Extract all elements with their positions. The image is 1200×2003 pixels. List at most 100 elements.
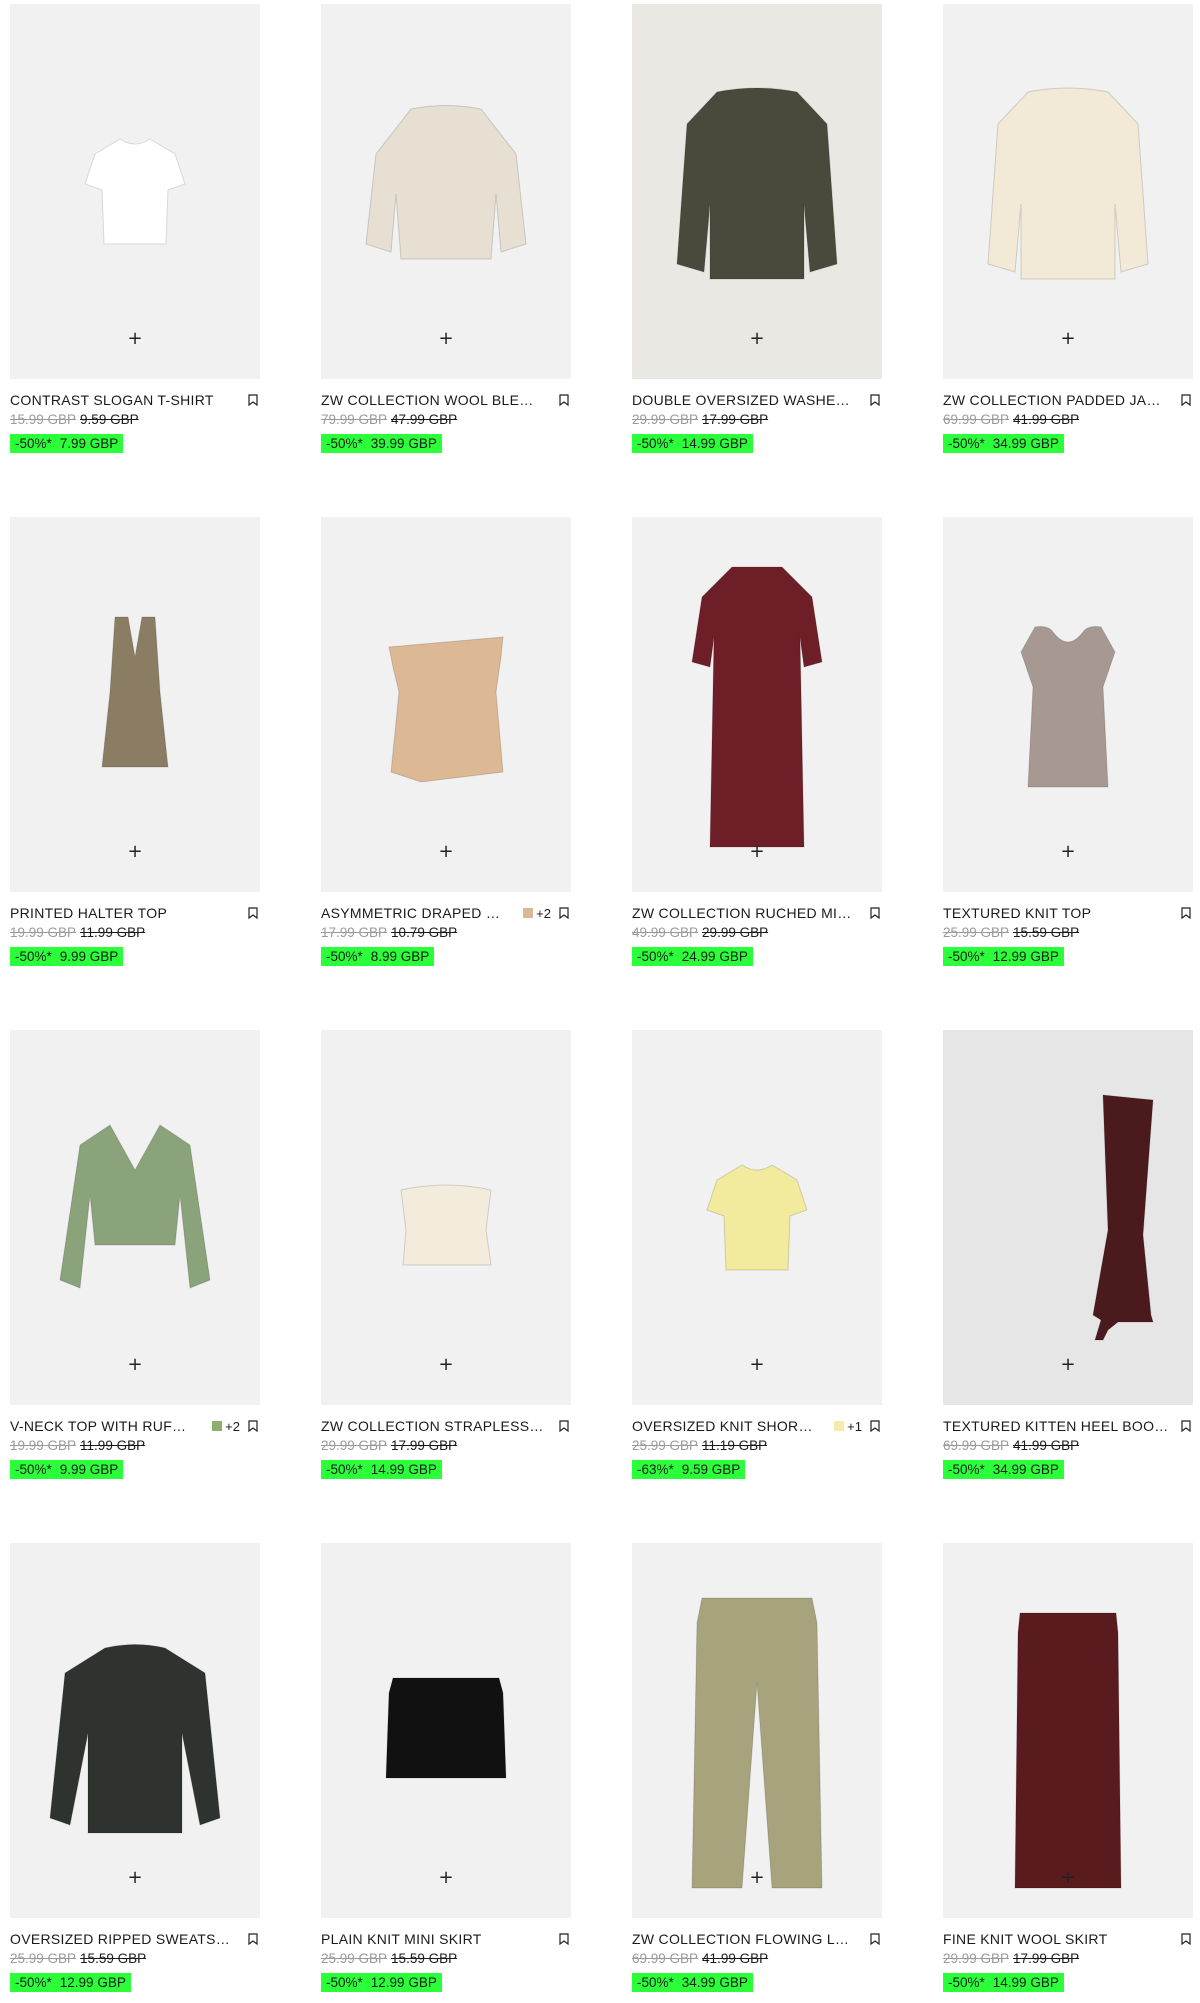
product-name[interactable]: PLAIN KNIT MINI SKIRT — [321, 1931, 551, 1947]
product-card[interactable]: + TEXTURED KNIT TOP 25.99 GBP 15.59 GBP -50%… — [943, 517, 1193, 974]
product-info: ZW COLLECTION WOOL BLE… 79.99 GBP 47.99 GB… — [321, 391, 571, 461]
product-card[interactable]: + TEXTURED KITTEN HEEL BOO… 69.99 GBP 41.99… — [943, 1030, 1193, 1487]
product-image[interactable]: + — [10, 4, 260, 379]
bookmark-icon[interactable] — [557, 392, 571, 408]
product-image[interactable]: + — [321, 4, 571, 379]
product-name[interactable]: ZW COLLECTION FLOWING L… — [632, 1931, 862, 1947]
product-name-row: OVERSIZED KNIT SHOR… +1 — [632, 1417, 882, 1435]
product-name[interactable]: DOUBLE OVERSIZED WASHE… — [632, 392, 862, 408]
product-name-row: ZW COLLECTION FLOWING L… — [632, 1930, 882, 1948]
product-card[interactable]: + ZW COLLECTION WOOL BLE… 79.99 GBP 47.99 G… — [321, 4, 571, 461]
color-swatch[interactable] — [212, 1421, 223, 1431]
product-card[interactable]: + PRINTED HALTER TOP 19.99 GBP 11.99 GBP -50… — [10, 517, 260, 974]
bookmark-icon[interactable] — [557, 1931, 571, 1947]
quick-add-plus-icon[interactable]: + — [745, 327, 769, 351]
quick-add-plus-icon[interactable]: + — [123, 1353, 147, 1377]
product-image[interactable]: + — [943, 1543, 1193, 1918]
quick-add-plus-icon[interactable]: + — [434, 840, 458, 864]
product-name[interactable]: ZW COLLECTION STRAPLESS… — [321, 1418, 551, 1434]
product-card[interactable]: + ZW COLLECTION FLOWING L… 69.99 GBP 41.99 … — [632, 1543, 882, 2000]
product-image[interactable]: + — [943, 4, 1193, 379]
product-image[interactable]: + — [10, 1543, 260, 1918]
product-image[interactable]: + — [943, 517, 1193, 892]
product-card[interactable]: + OVERSIZED KNIT SHOR… +1 25.99 GBP 11.19 GB… — [632, 1030, 882, 1487]
bookmark-icon[interactable] — [1179, 905, 1193, 921]
product-image[interactable]: + — [321, 1030, 571, 1405]
product-image[interactable]: + — [632, 1030, 882, 1405]
product-name[interactable]: V-NECK TOP WITH RUF… — [10, 1418, 206, 1434]
old-prices: 69.99 GBP 41.99 GBP — [943, 412, 1193, 429]
product-card[interactable]: + ZW COLLECTION PADDED JA… 69.99 GBP 41.99 … — [943, 4, 1193, 461]
product-name[interactable]: PRINTED HALTER TOP — [10, 905, 240, 921]
bookmark-icon[interactable] — [868, 905, 882, 921]
product-image[interactable]: + — [632, 1543, 882, 1918]
product-image[interactable]: + — [10, 1030, 260, 1405]
color-swatch[interactable] — [523, 908, 534, 918]
product-image[interactable]: + — [321, 1543, 571, 1918]
product-name[interactable]: ZW COLLECTION PADDED JA… — [943, 392, 1173, 408]
quick-add-plus-icon[interactable]: + — [1056, 327, 1080, 351]
product-card[interactable]: + OVERSIZED RIPPED SWEATS… 25.99 GBP 15.59 … — [10, 1543, 260, 2000]
quick-add-plus-icon[interactable]: + — [434, 1866, 458, 1890]
bookmark-outline-icon — [1181, 394, 1191, 406]
product-illustration — [388, 636, 504, 783]
product-card[interactable]: + V-NECK TOP WITH RUF… +2 19.99 GBP 11.99 GB… — [10, 1030, 260, 1487]
product-info: OVERSIZED RIPPED SWEATS… 25.99 GBP 15.59 G… — [10, 1930, 260, 2000]
product-name[interactable]: ZW COLLECTION RUCHED MI… — [632, 905, 862, 921]
product-image[interactable]: + — [632, 4, 882, 379]
product-name[interactable]: ZW COLLECTION WOOL BLE… — [321, 392, 551, 408]
quick-add-plus-icon[interactable]: + — [434, 327, 458, 351]
product-card[interactable]: + DOUBLE OVERSIZED WASHE… 29.99 GBP 17.99 G… — [632, 4, 882, 461]
product-card[interactable]: + ZW COLLECTION STRAPLESS… 29.99 GBP 17.99 … — [321, 1030, 571, 1487]
bookmark-icon[interactable] — [246, 392, 260, 408]
original-price: 29.99 GBP — [321, 1438, 388, 1453]
quick-add-plus-icon[interactable]: + — [745, 1353, 769, 1377]
product-card[interactable]: + FINE KNIT WOOL SKIRT 29.99 GBP 17.99 GBP -… — [943, 1543, 1193, 2000]
quick-add-plus-icon[interactable]: + — [1056, 840, 1080, 864]
old-prices: 29.99 GBP 17.99 GBP — [632, 412, 882, 429]
bookmark-icon[interactable] — [557, 1418, 571, 1434]
bookmark-icon[interactable] — [557, 905, 571, 921]
product-name-row: OVERSIZED RIPPED SWEATS… — [10, 1930, 260, 1948]
product-name-row: ASYMMETRIC DRAPED … +2 — [321, 904, 571, 922]
product-image[interactable]: + — [943, 1030, 1193, 1405]
more-colors-count[interactable]: +2 — [536, 906, 551, 921]
product-name[interactable]: TEXTURED KITTEN HEEL BOO… — [943, 1418, 1173, 1434]
product-card[interactable]: + CONTRAST SLOGAN T-SHIRT 15.99 GBP 9.59 GB… — [10, 4, 260, 461]
product-image[interactable]: + — [632, 517, 882, 892]
quick-add-plus-icon[interactable]: + — [123, 1866, 147, 1890]
bookmark-icon[interactable] — [868, 1931, 882, 1947]
product-image[interactable]: + — [321, 517, 571, 892]
quick-add-plus-icon[interactable]: + — [123, 840, 147, 864]
discount-percent: -50%* — [326, 1462, 363, 1477]
product-card[interactable]: + PLAIN KNIT MINI SKIRT 25.99 GBP 15.59 GBP… — [321, 1543, 571, 2000]
quick-add-plus-icon[interactable]: + — [745, 1866, 769, 1890]
product-name[interactable]: ASYMMETRIC DRAPED … — [321, 905, 517, 921]
bookmark-icon[interactable] — [246, 1418, 260, 1434]
bookmark-icon[interactable] — [246, 1931, 260, 1947]
product-card[interactable]: + ASYMMETRIC DRAPED … +2 17.99 GBP 10.79 GBP… — [321, 517, 571, 974]
old-prices: 19.99 GBP 11.99 GBP — [10, 1438, 260, 1455]
bookmark-icon[interactable] — [868, 1418, 882, 1434]
product-name[interactable]: FINE KNIT WOOL SKIRT — [943, 1931, 1173, 1947]
quick-add-plus-icon[interactable]: + — [1056, 1866, 1080, 1890]
color-swatch[interactable] — [834, 1421, 845, 1431]
product-name[interactable]: TEXTURED KNIT TOP — [943, 905, 1173, 921]
quick-add-plus-icon[interactable]: + — [123, 327, 147, 351]
product-name[interactable]: OVERSIZED RIPPED SWEATS… — [10, 1931, 240, 1947]
more-colors-count[interactable]: +1 — [847, 1419, 862, 1434]
product-name[interactable]: OVERSIZED KNIT SHOR… — [632, 1418, 828, 1434]
product-image[interactable]: + — [10, 517, 260, 892]
bookmark-icon[interactable] — [246, 905, 260, 921]
quick-add-plus-icon[interactable]: + — [1056, 1353, 1080, 1377]
quick-add-plus-icon[interactable]: + — [745, 840, 769, 864]
product-name[interactable]: CONTRAST SLOGAN T-SHIRT — [10, 392, 240, 408]
product-card[interactable]: + ZW COLLECTION RUCHED MI… 49.99 GBP 29.99 … — [632, 517, 882, 974]
product-info: ZW COLLECTION PADDED JA… 69.99 GBP 41.99 G… — [943, 391, 1193, 461]
bookmark-icon[interactable] — [1179, 392, 1193, 408]
quick-add-plus-icon[interactable]: + — [434, 1353, 458, 1377]
bookmark-icon[interactable] — [868, 392, 882, 408]
bookmark-icon[interactable] — [1179, 1931, 1193, 1947]
more-colors-count[interactable]: +2 — [225, 1419, 240, 1434]
bookmark-icon[interactable] — [1179, 1418, 1193, 1434]
